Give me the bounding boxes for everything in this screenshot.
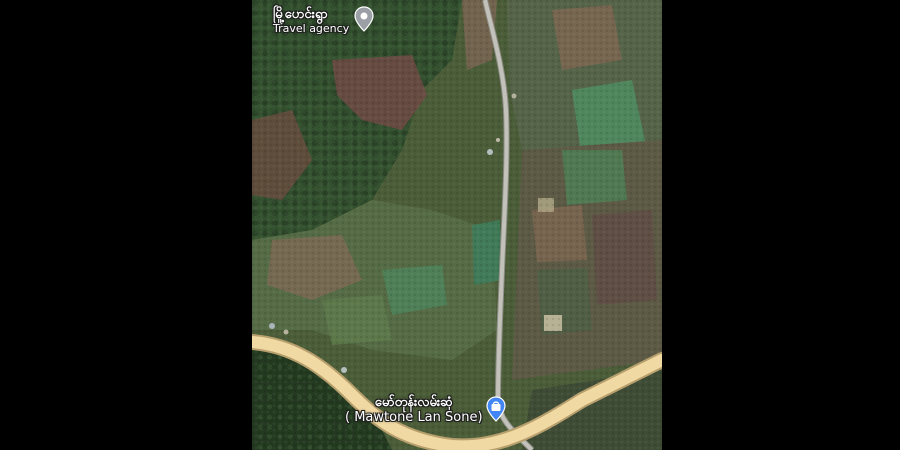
place-label: မော်တုန်းလမ်းဆုံ ( Mawtone Lan Sone): [345, 395, 483, 426]
place-marker-travel-agency[interactable]: မြို့ပောင်းရွာ Travel agency: [273, 6, 375, 36]
page-background: မြို့ပောင်းရွာ Travel agency မော်တုန်းလမ…: [0, 0, 900, 450]
satellite-imagery: [252, 0, 662, 450]
place-name: မြို့ပောင်းရွာ: [273, 7, 328, 22]
place-marker-mawtone-lan-sone[interactable]: မော်တုန်းလမ်းဆုံ ( Mawtone Lan Sone): [345, 395, 507, 426]
satellite-map[interactable]: [252, 0, 662, 450]
place-label: မြို့ပောင်းရွာ Travel agency: [273, 7, 350, 36]
place-name: မော်တုန်းလမ်းဆုံ: [374, 395, 453, 410]
place-subtitle: ( Mawtone Lan Sone): [345, 409, 483, 425]
shopping-bag-pin-icon[interactable]: [485, 396, 507, 422]
pin-gray-icon[interactable]: [353, 6, 375, 32]
place-category: Travel agency: [273, 21, 350, 35]
